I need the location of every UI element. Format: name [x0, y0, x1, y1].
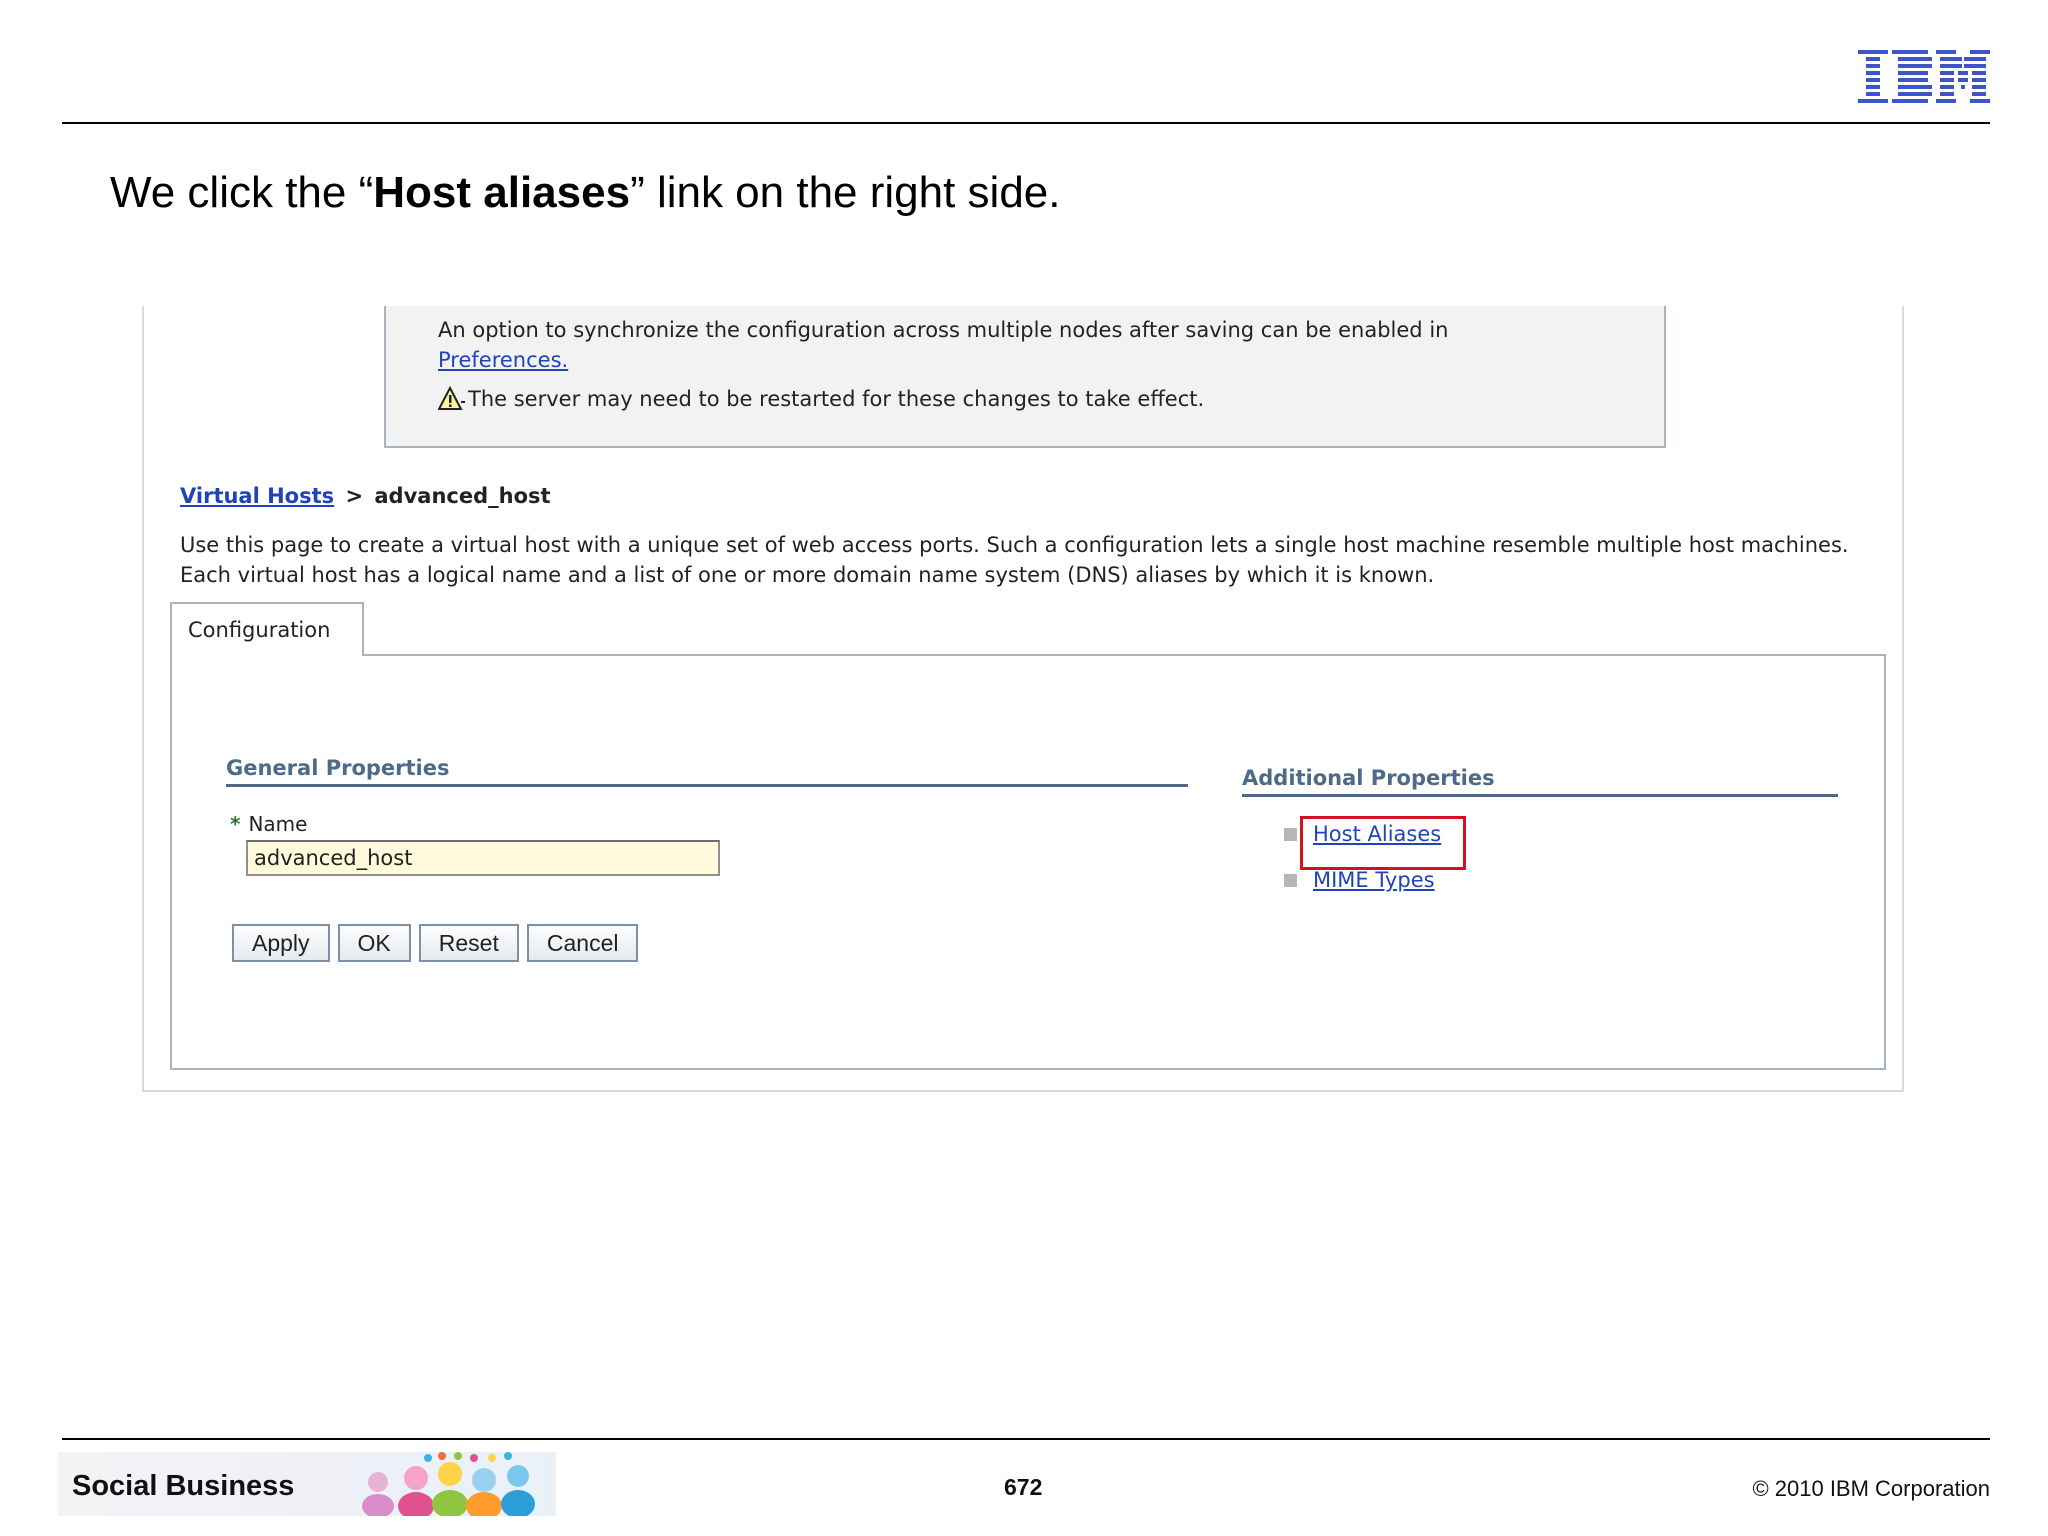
additional-property-mime-types: MIME Types: [1284, 868, 1435, 892]
message-text: An option to synchronize the configurati…: [438, 318, 1449, 342]
footer-banner: Social Business: [58, 1452, 556, 1516]
name-input[interactable]: [246, 840, 720, 876]
header-divider: [62, 122, 1990, 124]
message-box: An option to synchronize the configurati…: [384, 306, 1666, 448]
name-label-text: Name: [248, 812, 308, 836]
page-number: 672: [1004, 1474, 1043, 1500]
breadcrumb-current: advanced_host: [374, 484, 551, 508]
form-buttons: Apply OK Reset Cancel: [232, 924, 646, 962]
bullet-icon: [1284, 873, 1297, 887]
restart-warning: The server may need to be restarted for …: [438, 386, 1204, 412]
bullet-icon: [1284, 827, 1297, 841]
additional-properties-heading: Additional Properties: [1242, 766, 1838, 797]
breadcrumb-separator: >: [345, 484, 364, 508]
title-prefix: We click the “: [110, 168, 374, 217]
title-suffix: ” link on the right side.: [630, 168, 1061, 217]
footer-divider: [62, 1438, 1990, 1440]
footer-brand: Social Business: [72, 1470, 295, 1502]
copyright: © 2010 IBM Corporation: [1752, 1476, 1990, 1501]
warning-text: The server may need to be restarted for …: [468, 387, 1205, 411]
ok-button[interactable]: OK: [337, 924, 411, 962]
general-properties-heading: General Properties: [226, 756, 1188, 787]
console-screenshot: An option to synchronize the configurati…: [142, 306, 1904, 1092]
warning-icon: [438, 386, 465, 410]
people-illustration-icon: [362, 1452, 535, 1516]
page-description: Use this page to create a virtual host w…: [180, 533, 1849, 587]
tab-configuration[interactable]: Configuration: [170, 602, 364, 656]
title-bold: Host aliases: [373, 168, 631, 217]
configuration-panel: General Properties * Name Apply OK Reset …: [170, 654, 1886, 1070]
cancel-button[interactable]: Cancel: [526, 924, 639, 962]
preferences-link[interactable]: Preferences.: [438, 348, 568, 372]
required-icon: *: [230, 812, 241, 836]
ibm-logo: [1858, 50, 1990, 106]
reset-button[interactable]: Reset: [418, 924, 519, 962]
slide-title: We click the “Host aliases” link on the …: [110, 168, 1061, 218]
name-field-label: * Name: [230, 812, 307, 836]
mime-types-link[interactable]: MIME Types: [1313, 868, 1435, 892]
highlight-box: [1300, 816, 1466, 870]
breadcrumb-virtual-hosts-link[interactable]: Virtual Hosts: [180, 484, 334, 508]
apply-button[interactable]: Apply: [232, 924, 330, 962]
breadcrumb: Virtual Hosts > advanced_host: [180, 484, 551, 508]
